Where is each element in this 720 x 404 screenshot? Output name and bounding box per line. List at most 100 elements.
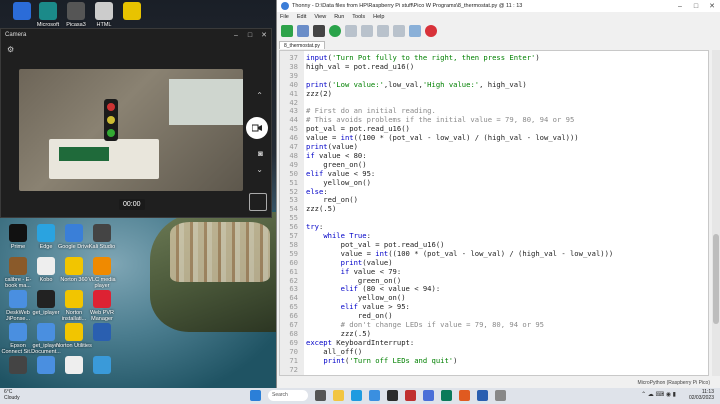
- code-line[interactable]: 61 if value < 79:: [280, 267, 708, 276]
- open-file-icon[interactable]: [297, 25, 309, 37]
- system-tray-icons[interactable]: ⌃ ☁ ⌨ ◉ ▮: [641, 391, 676, 398]
- camera-mode-down-icon[interactable]: ⌄: [256, 165, 263, 174]
- clock[interactable]: 11:13 02/03/2023: [689, 389, 714, 401]
- code-line[interactable]: 60 print(value): [280, 258, 708, 267]
- task-view-icon[interactable]: [315, 390, 326, 401]
- code-line[interactable]: 70 all_off(): [280, 347, 708, 356]
- code-line[interactable]: 37 input('Turn Pot fully to the right, th…: [280, 53, 708, 62]
- photo-camera-icon[interactable]: ◙: [258, 149, 263, 158]
- app-icon[interactable]: [459, 390, 470, 401]
- maximize-button[interactable]: □: [688, 3, 704, 10]
- code-line[interactable]: 71 print('Turn off LEDs and quit'): [280, 356, 708, 365]
- code-line[interactable]: 64 yellow_on(): [280, 293, 708, 302]
- code-line[interactable]: 49 green_on(): [280, 160, 708, 169]
- scrollbar-thumb[interactable]: [713, 234, 719, 324]
- save-icon[interactable]: [313, 25, 325, 37]
- code-line[interactable]: 55: [280, 213, 708, 223]
- code-line[interactable]: 65 elif value > 95:: [280, 302, 708, 311]
- code-text: pot_val = pot.read_u16(): [306, 124, 410, 134]
- menu-tools[interactable]: Tools: [352, 14, 365, 20]
- code-line[interactable]: 51 yellow_on(): [280, 178, 708, 187]
- app-icon[interactable]: [405, 390, 416, 401]
- tab-8-thermostat[interactable]: 8_thermostat.py: [279, 41, 325, 49]
- code-line[interactable]: 58 pot_val = pot.read_u16(): [280, 240, 708, 249]
- code-line[interactable]: 46 value = int((100 * (pot_val - low_val)…: [280, 133, 708, 142]
- code-editor[interactable]: 37 input('Turn Pot fully to the right, th…: [279, 50, 709, 376]
- step-into-icon[interactable]: [377, 25, 389, 37]
- code-text: print(value): [306, 142, 358, 151]
- code-text: # This avoids problems if the initial va…: [306, 115, 575, 125]
- menu-help[interactable]: Help: [373, 14, 384, 20]
- minimize-button[interactable]: –: [672, 3, 688, 10]
- camera-app-icon[interactable]: [387, 390, 398, 401]
- new-file-icon[interactable]: [281, 25, 293, 37]
- app-icon[interactable]: [441, 390, 452, 401]
- code-line[interactable]: 50 elif value < 95:: [280, 169, 708, 178]
- edge-icon[interactable]: [351, 390, 362, 401]
- debug-icon[interactable]: [345, 25, 357, 37]
- code-line[interactable]: 57 while True:: [280, 231, 708, 240]
- search-box[interactable]: Search: [268, 390, 308, 401]
- code-line[interactable]: 72: [280, 365, 708, 374]
- code-line[interactable]: 54 zzz(.5): [280, 204, 708, 213]
- menu-view[interactable]: View: [314, 14, 326, 20]
- code-line[interactable]: 56 try:: [280, 222, 708, 231]
- code-line[interactable]: 59 value = int((100 * (pot_val - low_val…: [280, 249, 708, 258]
- code-line[interactable]: 41 zzz(2): [280, 89, 708, 98]
- record-video-button[interactable]: [246, 117, 268, 139]
- app-icon[interactable]: [495, 390, 506, 401]
- interpreter-status[interactable]: MicroPython (Raspberry Pi Pico): [277, 378, 720, 388]
- clock-date: 02/03/2023: [688, 395, 714, 401]
- code-line[interactable]: 69 except KeyboardInterrupt:: [280, 338, 708, 347]
- gallery-thumbnail[interactable]: [249, 193, 267, 211]
- code-line[interactable]: 53 red_on(): [280, 195, 708, 204]
- code-line[interactable]: 42: [280, 98, 708, 107]
- gear-icon[interactable]: ⚙: [7, 45, 14, 54]
- code-line[interactable]: 63 elif (80 < value < 94):: [280, 284, 708, 293]
- code-line[interactable]: 40 print('Low value:',low_val,'High value…: [280, 80, 708, 89]
- menu-edit[interactable]: Edit: [297, 14, 306, 20]
- file-explorer-icon[interactable]: [333, 390, 344, 401]
- recording-timer: 00:00: [119, 199, 145, 210]
- desktop-icon[interactable]: [114, 2, 150, 22]
- resume-icon[interactable]: [409, 25, 421, 37]
- maximize-button[interactable]: □: [243, 32, 257, 39]
- desktop-icon[interactable]: [84, 323, 120, 343]
- app-icon[interactable]: [477, 390, 488, 401]
- thonny-taskbar-icon[interactable]: [423, 390, 434, 401]
- step-out-icon[interactable]: [393, 25, 405, 37]
- code-line[interactable]: 48 if value < 80:: [280, 151, 708, 160]
- code-line[interactable]: 47 print(value): [280, 142, 708, 151]
- minimize-button[interactable]: –: [229, 32, 243, 39]
- editor-scrollbar[interactable]: [712, 50, 720, 376]
- run-icon[interactable]: [329, 25, 341, 37]
- code-line[interactable]: 38 high_val = pot.read_u16(): [280, 62, 708, 71]
- desktop-icon[interactable]: Kali Studio: [84, 224, 120, 250]
- close-button[interactable]: ✕: [257, 31, 271, 39]
- code-line[interactable]: 67 # don't change LEDs if value = 79, 80…: [280, 320, 708, 329]
- code-line[interactable]: 44 # This avoids problems if the initial …: [280, 115, 708, 125]
- desktop-icon[interactable]: [84, 356, 120, 376]
- code-line[interactable]: 39: [280, 71, 708, 80]
- start-icon[interactable]: [250, 390, 261, 401]
- code-line[interactable]: 43 # First do an initial reading.: [280, 106, 708, 115]
- code-line[interactable]: 68 zzz(.5): [280, 329, 708, 338]
- desktop-icon[interactable]: VLC media player: [84, 257, 120, 289]
- camera-preview: [19, 69, 243, 191]
- menu-run[interactable]: Run: [334, 14, 344, 20]
- menu-file[interactable]: File: [280, 14, 289, 20]
- stop-icon[interactable]: [425, 25, 437, 37]
- code-line[interactable]: 52 else:: [280, 187, 708, 196]
- close-button[interactable]: ✕: [704, 2, 720, 10]
- code-line[interactable]: 62 green_on(): [280, 276, 708, 285]
- weather-widget[interactable]: 6°C Cloudy: [4, 389, 20, 401]
- line-number: 55: [289, 213, 298, 223]
- desktop-icon-label: VLC media player: [88, 277, 116, 289]
- desktop-icon[interactable]: Web PVR Manager: [84, 290, 120, 322]
- camera-mode-up-icon[interactable]: ⌃: [256, 91, 263, 100]
- camera-window: Camera – □ ✕ ⚙ ⌃ ◙ ⌄ 00:00: [0, 28, 272, 218]
- code-line[interactable]: 45 pot_val = pot.read_u16(): [280, 124, 708, 134]
- chrome-icon[interactable]: [369, 390, 380, 401]
- step-over-icon[interactable]: [361, 25, 373, 37]
- code-line[interactable]: 66 red_on(): [280, 311, 708, 320]
